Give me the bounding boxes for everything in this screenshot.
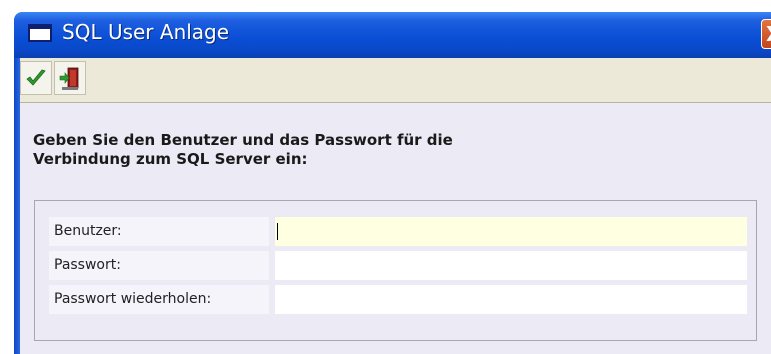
repeat-password-input[interactable] — [275, 285, 747, 314]
exit-button[interactable] — [54, 61, 86, 95]
close-button[interactable]: X — [761, 19, 771, 49]
repeat-password-label: Passwort wiederholen: — [49, 285, 269, 314]
toolbar — [20, 58, 771, 103]
password-input[interactable] — [275, 251, 747, 280]
client-area: Geben Sie den Benutzer und das Passwort … — [20, 58, 771, 354]
confirm-button[interactable] — [20, 61, 52, 95]
user-input[interactable] — [275, 217, 747, 246]
instruction-line-1: Geben Sie den Benutzer und das Passwort … — [33, 131, 453, 149]
password-label: Passwort: — [49, 251, 269, 280]
exit-door-icon — [59, 67, 79, 90]
window-icon — [28, 24, 52, 42]
credentials-form: Benutzer: Passwort: Passwort wiederholen… — [34, 200, 757, 341]
title-bar[interactable]: SQL User Anlage X — [14, 12, 771, 58]
checkmark-icon — [26, 69, 46, 86]
content-area: Geben Sie den Benutzer und das Passwort … — [20, 103, 771, 354]
instruction-line-2: Verbindung zum SQL Server ein: — [33, 150, 308, 168]
text-caret — [277, 223, 278, 240]
sql-user-dialog: SQL User Anlage X Geben Sie den Benu — [0, 0, 771, 354]
window-title: SQL User Anlage — [62, 20, 230, 44]
instruction-text: Geben Sie den Benutzer und das Passwort … — [33, 131, 733, 169]
user-label: Benutzer: — [49, 217, 269, 246]
